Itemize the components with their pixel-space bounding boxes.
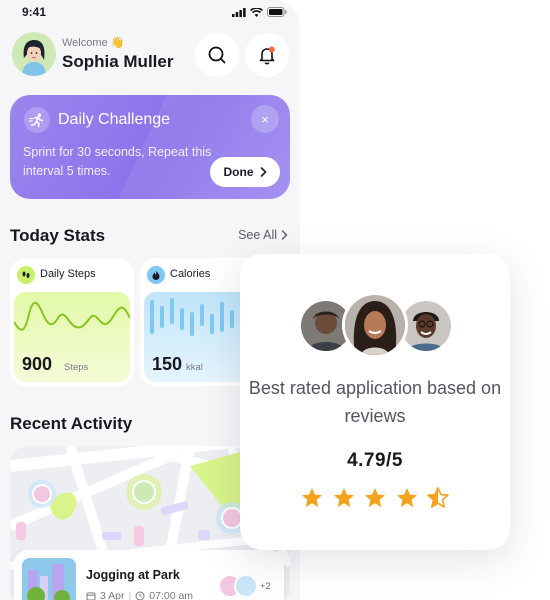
- done-button[interactable]: Done: [210, 157, 280, 187]
- status-time: 9:41: [22, 5, 47, 19]
- meta-separator: |: [128, 590, 132, 600]
- notification-button[interactable]: [245, 33, 289, 77]
- recent-activity-title: Recent Activity: [10, 414, 133, 433]
- daily-steps-card[interactable]: Daily Steps 900 Steps: [10, 258, 134, 386]
- avatar[interactable]: [12, 32, 56, 76]
- running-icon: [24, 107, 50, 133]
- rating-stars: [300, 486, 450, 514]
- stat-value: 900: [22, 354, 53, 374]
- review-text: Best rated application based on reviews: [248, 378, 502, 426]
- header: Welcome 👋 Sophia Muller: [12, 30, 292, 80]
- chevron-right-icon: [260, 167, 266, 177]
- review-card: Best rated application based on reviews …: [240, 254, 510, 550]
- reviewer-avatars: [298, 292, 458, 358]
- welcome-text: Welcome 👋: [62, 37, 125, 49]
- today-stats-title: Today Stats: [10, 226, 106, 245]
- star-icon: [333, 488, 354, 507]
- activity-title: Jogging at Park: [86, 568, 180, 582]
- stat-label: Calories: [170, 268, 211, 280]
- bell-icon: [259, 46, 275, 65]
- stat-value: 150: [152, 354, 183, 374]
- clock-icon: [135, 591, 145, 600]
- star-icon: [302, 488, 322, 507]
- activity-date: 3 Apr: [100, 590, 125, 600]
- reviewer-avatar: [342, 292, 408, 358]
- battery-icon: [267, 7, 287, 17]
- user-name: Sophia Muller: [62, 52, 174, 71]
- challenge-description: Sprint for 30 seconds, Repeat this inter…: [23, 145, 212, 178]
- activity-time: 07:00 am: [149, 590, 194, 600]
- search-icon: [208, 46, 226, 64]
- park-thumbnail: [22, 558, 76, 600]
- stat-unit: Steps: [64, 362, 89, 373]
- flame-icon: [147, 266, 165, 284]
- done-label: Done: [223, 165, 254, 179]
- half-star-icon: [427, 487, 449, 508]
- steps-wave-line: [13, 302, 131, 331]
- chevron-right-icon: [281, 230, 288, 240]
- see-all-stats-link[interactable]: See All: [238, 228, 288, 242]
- close-challenge-button[interactable]: ×: [251, 105, 279, 133]
- close-icon: ×: [261, 111, 269, 127]
- stat-unit: kkal: [186, 362, 203, 373]
- activity-meta: 3 Apr | 07:00 am: [86, 590, 193, 600]
- search-button[interactable]: [195, 33, 239, 77]
- extra-participants-count: +2: [260, 581, 271, 592]
- signal-icon: [232, 7, 246, 17]
- daily-challenge-card: Daily Challenge × Sprint for 30 seconds,…: [10, 95, 290, 199]
- challenge-title: Daily Challenge: [58, 111, 171, 128]
- status-icons: [232, 7, 287, 17]
- wifi-icon: [250, 7, 263, 17]
- status-bar: 9:41: [22, 4, 287, 20]
- activity-item[interactable]: Jogging at Park 3 Apr | 07:00 am +2: [14, 550, 284, 600]
- footsteps-icon: [17, 266, 35, 284]
- calendar-icon: [86, 592, 96, 600]
- user-avatar-illustration: [12, 32, 56, 76]
- stat-label: Daily Steps: [40, 268, 96, 280]
- star-icon: [396, 488, 417, 507]
- rating-score: 4.79/5: [347, 450, 403, 471]
- see-all-label: See All: [238, 228, 277, 242]
- star-icon: [365, 488, 385, 507]
